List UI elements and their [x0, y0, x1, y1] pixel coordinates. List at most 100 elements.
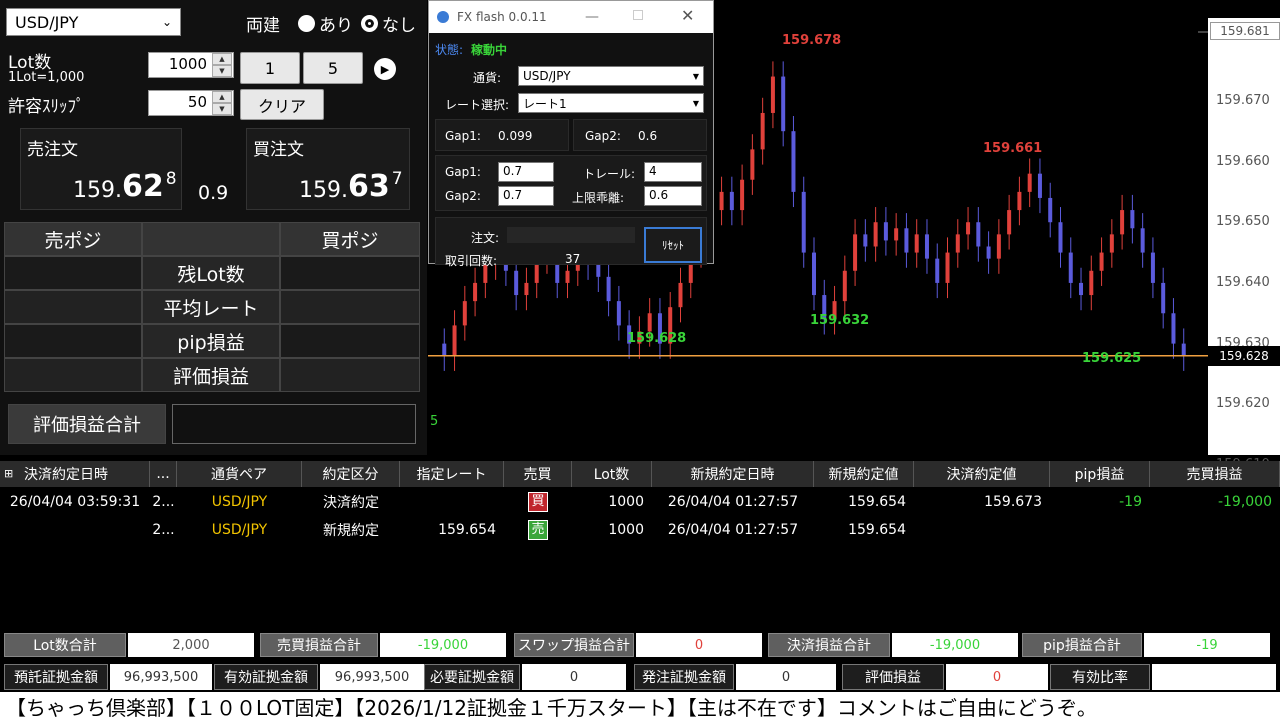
candle-body: [812, 252, 816, 296]
sell-badge: 売: [528, 520, 548, 540]
sell-position-header: 売ポジ: [4, 222, 142, 256]
candle-body: [678, 282, 683, 308]
reset-button[interactable]: ﾘｾｯﾄ: [644, 227, 702, 263]
column-header[interactable]: 新規約定値: [814, 461, 914, 487]
sell-pip-cell: [4, 324, 142, 358]
candle-body: [740, 179, 745, 211]
chart-corner-label: 5: [430, 414, 439, 429]
candle-body: [719, 191, 724, 211]
axis-tick-label: 159.650: [1216, 214, 1270, 230]
summary-label: pip損益合計: [1022, 633, 1142, 657]
eval-total-value: [172, 404, 416, 444]
down-arrow-icon[interactable]: ▼: [212, 65, 232, 77]
dropdown-arrow-icon: ▼: [692, 71, 699, 81]
eval-total-label: 評価損益合計: [8, 404, 166, 444]
rate-select-value: レート1: [523, 96, 567, 111]
table-cell: 1000: [608, 494, 644, 510]
candle-body: [1109, 234, 1114, 253]
pair-select-value: USD/JPY: [523, 69, 571, 83]
sell-order-box[interactable]: 売注文 159. 62 8: [20, 128, 182, 210]
buy-order-box[interactable]: 買注文 159. 63 7: [246, 128, 410, 210]
fx-flash-window[interactable]: FX flash 0.0.11 — ✕ 状態: 稼動中 通貨: USD/JPY …: [428, 0, 714, 268]
maximize-icon[interactable]: [633, 10, 643, 20]
price-axis: 159.610159.620159.630159.640159.650159.6…: [1208, 18, 1280, 472]
candle-body: [966, 222, 971, 235]
dropdown-arrow-icon: ▼: [692, 98, 699, 108]
candle-body: [863, 234, 868, 247]
table-cell: 2...: [152, 522, 175, 538]
candle-body: [1120, 210, 1125, 235]
axis-tick-label: 159.670: [1216, 92, 1270, 108]
close-icon[interactable]: ✕: [681, 6, 694, 25]
table-cell: [1150, 517, 1280, 543]
buy-pip-cell: [280, 324, 420, 358]
column-header[interactable]: 約定区分: [302, 461, 400, 487]
pair-select[interactable]: USD/JPY ▼: [518, 66, 704, 86]
limit-field[interactable]: 0.6: [644, 186, 702, 206]
summary-value: -19,000: [380, 633, 506, 657]
table-cell: 決済約定: [323, 495, 379, 511]
fx-flash-titlebar[interactable]: FX flash 0.0.11 — ✕: [429, 1, 713, 33]
table-cell: 売: [504, 517, 572, 543]
candle-body: [1099, 252, 1104, 271]
input-gap1-field[interactable]: 0.7: [498, 162, 554, 182]
slip-stepper[interactable]: 50 ▲ ▼: [148, 90, 234, 116]
table-cell: [400, 489, 504, 515]
account-value: 96,993,500: [320, 664, 424, 690]
column-header[interactable]: pip損益: [1050, 461, 1150, 487]
buy-badge: 買: [528, 492, 548, 512]
up-arrow-icon[interactable]: ▲: [212, 91, 232, 103]
column-header[interactable]: 売買: [504, 461, 572, 487]
table-cell: USD/JPY: [211, 494, 268, 510]
input-gap2-field[interactable]: 0.7: [498, 186, 554, 206]
clear-button[interactable]: クリア: [240, 89, 324, 120]
column-header[interactable]: ...: [150, 461, 177, 487]
column-header[interactable]: 売買損益: [1150, 461, 1280, 487]
candle-body: [1037, 173, 1042, 198]
candle-body: [873, 222, 878, 247]
candle-body: [996, 234, 1001, 259]
radio-ari[interactable]: [298, 15, 315, 32]
axis-tick-label: 159.620: [1216, 396, 1270, 412]
ticker-banner: 【ちゃっち倶楽部】【１００LOT固定】【2026/1/12証拠金１千万スタート】…: [0, 692, 1280, 720]
table-cell: 1000: [608, 522, 644, 538]
column-header[interactable]: 決済約定値: [914, 461, 1050, 487]
grid-icon: ⊞: [4, 467, 14, 480]
lot-5-button[interactable]: 5: [303, 52, 363, 84]
down-arrow-icon[interactable]: ▼: [212, 103, 232, 115]
table-cell: [1050, 517, 1150, 543]
column-header[interactable]: 新規約定日時: [652, 461, 814, 487]
column-header[interactable]: 指定レート: [400, 461, 504, 487]
current-price-badge: 159.628: [1208, 345, 1280, 366]
column-header[interactable]: 決済約定日時: [0, 461, 150, 487]
table-cell: 26/04/04 01:27:57: [667, 494, 799, 510]
candle-body: [596, 264, 601, 277]
up-arrow-icon[interactable]: ▲: [212, 53, 232, 65]
sell-avg-cell: [4, 290, 142, 324]
lot-stepper[interactable]: 1000 ▲ ▼: [148, 52, 234, 78]
table-cell: 買: [504, 489, 572, 515]
account-label: 有効証拠金額: [214, 664, 318, 690]
account-value: 0: [736, 664, 836, 690]
radio-ari-label: あり: [319, 16, 353, 36]
play-icon[interactable]: ▶: [374, 58, 396, 80]
summary-value: 2,000: [128, 633, 254, 657]
candle-body: [1007, 210, 1012, 235]
order-label: 注文:: [471, 231, 500, 245]
column-header[interactable]: Lot数: [572, 461, 652, 487]
chevron-down-icon: ⌄: [161, 15, 172, 29]
radio-nashi[interactable]: [361, 15, 378, 32]
minimize-icon[interactable]: —: [585, 9, 599, 25]
summary-value: -19,000: [892, 633, 1018, 657]
sell-lot-cell: [4, 256, 142, 290]
trail-field[interactable]: 4: [644, 162, 702, 182]
currency-pair-select[interactable]: USD/JPY ⌄: [6, 8, 181, 36]
rate-select[interactable]: レート1 ▼: [518, 93, 704, 113]
account-label: 必要証拠金額: [424, 664, 520, 690]
row-label-lot: 残Lot数: [142, 256, 280, 290]
sell-price: 159. 62 8: [73, 169, 177, 204]
table-cell: 新規約定: [323, 523, 379, 539]
lot-1-button[interactable]: 1: [240, 52, 300, 84]
column-header[interactable]: 通貨ペア: [177, 461, 302, 487]
spread-value: 0.9: [198, 182, 229, 204]
